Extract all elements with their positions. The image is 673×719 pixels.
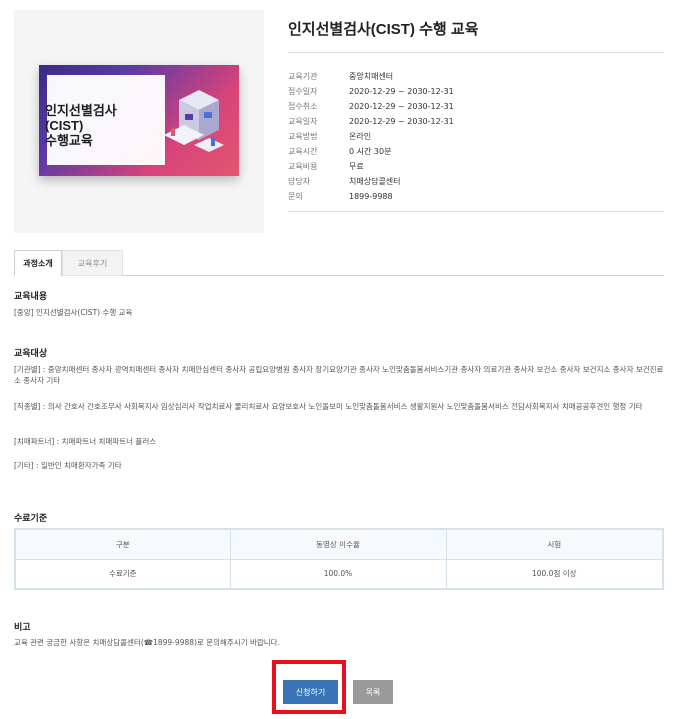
info-row: 교육기관 중앙치매센터 [288,69,664,84]
course-info-list: 교육기관 중앙치매센터 접수일자 2020-12-29 ~ 2030-12-31 접… [288,69,664,204]
info-row: 접수일자 2020-12-29 ~ 2030-12-31 [288,84,664,99]
divider [288,52,664,53]
apply-button[interactable]: 신청하기 [283,680,338,704]
info-value: 중앙치매센터 [349,72,394,81]
info-value: 온라인 [349,132,372,141]
info-row: 교육비용 무료 [288,159,664,174]
target-item: [치매파트너] : 치매파트너 치매파트너 플러스 [14,437,157,446]
info-label: 접수취소 [288,102,318,111]
tab-course-reviews[interactable]: 교육후기 [62,250,123,276]
info-value: 무료 [349,162,364,171]
info-value: 0 시간 30분 [349,147,392,156]
info-row: 담당자 치매상담콜센터 [288,174,664,189]
target-item: [기관별] : 중앙치매센터 종사자 광역치매센터 종사자 치매안심센터 종사자… [14,365,664,385]
info-row: 접수취소 2020-12-29 ~ 2030-12-31 [288,99,664,114]
info-label: 교육기관 [288,72,318,81]
info-row: 교육시간 0 시간 30분 [288,144,664,159]
tab-bar: 과정소개 교육후기 [14,250,664,277]
banner-title-line1: 인지선별검사(CIST) [45,103,117,133]
info-label: 담당자 [288,177,311,186]
info-row: 교육방법 온라인 [288,129,664,144]
info-row: 교육일자 2020-12-29 ~ 2030-12-31 [288,114,664,129]
table-header-row: 구분 동영상 이수율 시험 [14,528,664,560]
tab-course-intro[interactable]: 과정소개 [14,250,62,277]
info-value: 2020-12-29 ~ 2030-12-31 [349,87,454,96]
target-item: [직종별] : 의사 간호사 간호조무사 사회복지사 임상심리사 작업치료사 물… [14,402,643,411]
banner-title-line2: 수행교육 [45,133,93,148]
table-cell: 100.0점 이상 [445,558,664,590]
table-header: 동영상 이수율 [229,528,447,560]
course-title: 인지선별검사(CIST) 수행 교육 [288,21,479,38]
banner-title: 인지선별검사(CIST) 수행교육 [45,103,155,148]
note-text: 교육 관련 궁금한 사항은 치매상담콜센터(☎1899-9988)로 문의해주시… [14,638,280,647]
info-value: 1899-9988 [349,192,393,201]
table-header: 시험 [445,528,664,560]
list-button[interactable]: 목록 [353,680,393,704]
info-label: 교육시간 [288,147,318,156]
completion-table: 구분 동영상 이수율 시험 수료기준 100.0% 100.0점 이상 [14,528,664,590]
table-cell: 100.0% [229,558,447,590]
table-cell: 수료기준 [14,558,231,590]
note-heading: 비고 [14,623,31,633]
completion-heading: 수료기준 [14,514,48,524]
target-item: [기타] : 일반인 치매환자가족 기타 [14,461,122,470]
info-label: 접수일자 [288,87,318,96]
table-row: 수료기준 100.0% 100.0점 이상 [14,558,664,590]
info-label: 교육비용 [288,162,318,171]
course-thumbnail-banner: 인지선별검사(CIST) 수행교육 [39,65,239,176]
content-text: [중앙] 인지선별검사(CIST) 수행 교육 [14,308,133,317]
table-header: 구분 [14,528,231,560]
course-thumbnail-area: 인지선별검사(CIST) 수행교육 [14,10,264,233]
info-label: 교육방법 [288,132,318,141]
info-label: 문의 [288,192,303,201]
info-value: 2020-12-29 ~ 2030-12-31 [349,102,454,111]
divider [288,211,664,212]
info-row: 문의 1899-9988 [288,189,664,204]
info-value: 치매상담콜센터 [349,177,401,186]
isometric-building-illustration [164,90,224,152]
info-value: 2020-12-29 ~ 2030-12-31 [349,117,454,126]
info-label: 교육일자 [288,117,318,126]
content-heading: 교육내용 [14,292,48,302]
target-heading: 교육대상 [14,349,48,359]
